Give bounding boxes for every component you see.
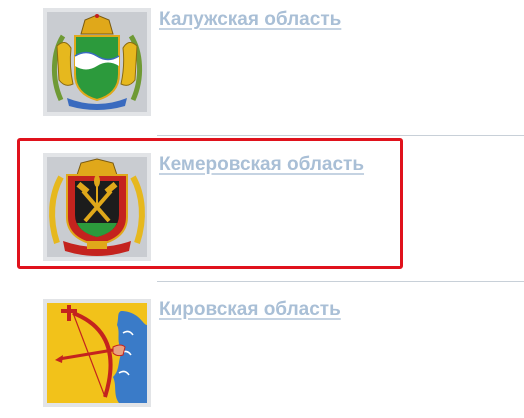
separator xyxy=(157,135,524,136)
separator xyxy=(157,281,524,282)
region-link-kirov[interactable]: Кировская область xyxy=(159,299,341,321)
region-list: Калужская область Кемеровская область Ки… xyxy=(0,0,524,418)
kirov-coat-of-arms-icon[interactable] xyxy=(43,299,151,407)
region-link-kaluga[interactable]: Калужская область xyxy=(159,9,341,31)
kemerovo-coat-of-arms-icon[interactable] xyxy=(43,153,151,261)
kaluga-coat-of-arms-icon[interactable] xyxy=(43,8,151,116)
region-link-kemerovo[interactable]: Кемеровская область xyxy=(159,154,364,176)
